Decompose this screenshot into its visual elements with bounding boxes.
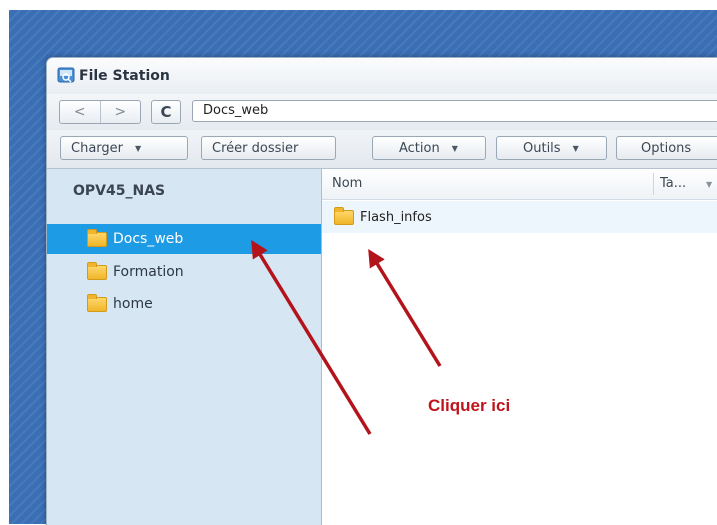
arrow-to-flash-infos — [368, 249, 442, 367]
arrow-to-docs-web — [251, 240, 372, 435]
annotation-text: Cliquer ici — [428, 396, 511, 415]
annotation-arrows — [251, 240, 442, 435]
